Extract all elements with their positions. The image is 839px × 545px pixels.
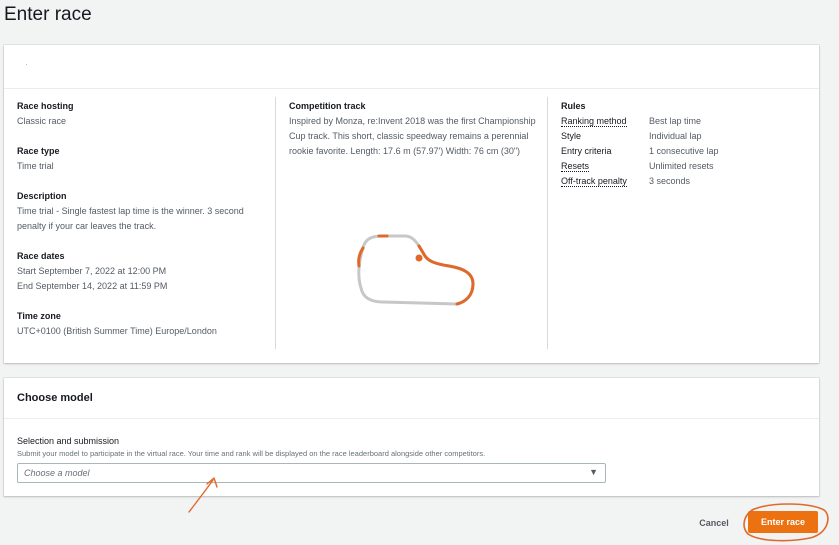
time-zone-value: UTC+0100 (British Summer Time) Europe/Lo… bbox=[17, 326, 217, 336]
rule-value-ranking-method: Best lap time bbox=[649, 116, 702, 126]
enter-race-button[interactable]: Enter race bbox=[748, 511, 818, 533]
rule-key-resets[interactable]: Resets bbox=[561, 159, 649, 174]
cancel-button[interactable]: Cancel bbox=[690, 512, 738, 532]
race-hosting-value: Classic race bbox=[17, 116, 67, 126]
rules-list: Ranking method Best lap time Style Indiv… bbox=[561, 114, 811, 189]
column-divider bbox=[275, 97, 276, 349]
race-type-value: Time trial bbox=[17, 161, 54, 171]
race-type-label: Race type bbox=[17, 146, 60, 156]
annotation-arrow-icon bbox=[188, 477, 218, 513]
track-column: Competition track Inspired by Monza, re:… bbox=[289, 99, 537, 306]
rule-value-style: Individual lap bbox=[649, 131, 702, 141]
race-end-date: End September 14, 2022 at 11:59 PM bbox=[17, 281, 168, 291]
race-hosting-label: Race hosting bbox=[17, 101, 74, 111]
rule-value-entry-criteria: 1 consecutive lap bbox=[649, 146, 719, 156]
track-map-icon bbox=[357, 234, 475, 306]
rule-value-resets: Unlimited resets bbox=[649, 161, 714, 171]
rule-key-style: Style bbox=[561, 131, 582, 141]
selection-description: Submit your model to participate in the … bbox=[17, 449, 486, 458]
page-title: Enter race bbox=[4, 4, 92, 25]
description-label: Description bbox=[17, 191, 67, 201]
selection-label: Selection and submission bbox=[17, 436, 120, 446]
rule-key-ranking-method[interactable]: Ranking method bbox=[561, 114, 649, 129]
model-select-placeholder: Choose a model bbox=[24, 468, 90, 478]
race-info-column: Race hosting Classic race Race type Time… bbox=[17, 99, 267, 354]
rules-column: Rules Ranking method Best lap time Style… bbox=[561, 99, 811, 189]
choose-model-panel: Choose model Selection and submission Su… bbox=[4, 378, 819, 496]
rule-value-off-track-penalty: 3 seconds bbox=[649, 176, 691, 186]
race-details-panel: · Race hosting Classic race Race type Ti… bbox=[4, 45, 819, 363]
race-dates-label: Race dates bbox=[17, 251, 65, 261]
panel-header-strip: · bbox=[4, 45, 819, 89]
track-description: Inspired by Monza, re:Invent 2018 was th… bbox=[289, 116, 536, 156]
column-divider bbox=[547, 97, 548, 349]
race-start-date: Start September 7, 2022 at 12:00 PM bbox=[17, 266, 167, 276]
rules-label: Rules bbox=[561, 101, 586, 111]
competition-track-label: Competition track bbox=[289, 101, 366, 111]
caret-down-icon: ▼ bbox=[589, 467, 598, 477]
header-marker: · bbox=[25, 59, 28, 69]
choose-model-title: Choose model bbox=[17, 392, 93, 404]
rule-key-off-track-penalty[interactable]: Off-track penalty bbox=[561, 174, 649, 189]
description-value: Time trial - Single fastest lap time is … bbox=[17, 206, 244, 231]
model-select-dropdown[interactable]: Choose a model ▼ bbox=[17, 463, 606, 483]
choose-model-header: Choose model bbox=[4, 378, 819, 419]
rule-key-entry-criteria: Entry criteria bbox=[561, 146, 612, 156]
time-zone-label: Time zone bbox=[17, 311, 61, 321]
